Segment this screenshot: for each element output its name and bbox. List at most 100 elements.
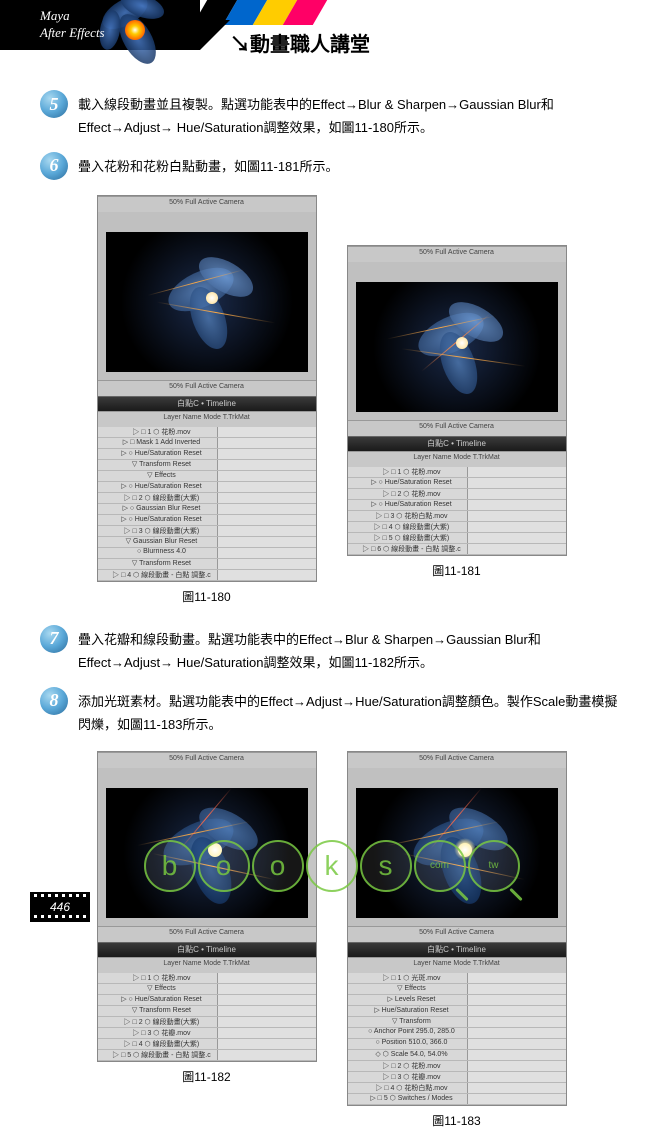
timeline-row: ▷ □ 2 ⬡ 線段動畫(大紫) [98,493,316,504]
ae-mid-controls: 50% Full Active Camera [348,420,566,436]
timeline-row: ▷ Hue/Saturation Reset [348,1006,566,1017]
timeline-cols: Layer Name Mode T.TrkMat [348,451,566,467]
timeline-row: ▷ Levels Reset [348,995,566,1006]
timeline-rows: ▷ □ 1 ⬡ 花粉.mov▷ ○ Hue/Saturation Reset▷ … [348,467,566,555]
ae-mid-controls: 50% Full Active Camera [98,926,316,942]
watermark: b o o k s com tw [0,840,663,892]
step-digit: 5 [50,94,59,115]
timeline-row: ▷ ○ Hue/Saturation Reset [98,995,316,1006]
ae-window: 50% Full Active Camera 50% Full Active C… [97,751,317,1062]
ae-mid-controls: 50% Full Active Camera [348,926,566,942]
timeline-header: 白點C • Timeline [98,943,316,957]
wm-letter-b: b [144,840,196,892]
ae-top-controls: 50% Full Active Camera [348,752,566,768]
timeline-row: ▷ □ 1 ⬡ 光斑.mov [348,973,566,984]
timeline-row: ▷ □ 2 ⬡ 花粉.mov [348,1061,566,1072]
timeline-row: ▽ Effects [98,471,316,482]
timeline-row: ▷ ○ Hue/Saturation Reset [348,500,566,511]
timeline-header: 白點C • Timeline [348,943,566,957]
figure-caption: 圖11-180 [97,588,317,605]
step-7: 7 疊入花瓣和線段動畫。點選功能表中的Effect→Blur & Sharpen… [40,625,623,675]
timeline-row: ▷ ○ Hue/Saturation Reset [348,478,566,489]
timeline-row: ▷ ○ Gaussian Blur Reset [98,504,316,515]
figures-row-2: 50% Full Active Camera 50% Full Active C… [40,751,623,1129]
timeline-row: ○ Anchor Point 295.0, 285.0 [348,1028,566,1039]
figure-11-183: 50% Full Active Camera 50% Full Active C [347,751,567,1129]
wm-mag-com: com [414,840,466,892]
timeline-row: ▷ ○ Hue/Saturation Reset [98,449,316,460]
ae-timeline: 白點C • Timeline Layer Name Mode T.TrkMat … [348,942,566,1105]
page-number: 446 [50,900,70,914]
step-digit: 8 [50,690,59,711]
film-strip-icon: 446 [30,892,90,922]
ae-preview [356,282,558,412]
timeline-row: ▽ Transform Reset [98,460,316,471]
timeline-row: ▽ Transform Reset [98,1006,316,1017]
step-number-badge: 8 [40,687,68,715]
timeline-row: ▷ □ 4 ⬡ 線段動畫 - 白點 調整.c [98,570,316,581]
timeline-row: ▽ Effects [348,984,566,995]
timeline-row: ▷ □ 1 ⬡ 花粉.mov [98,973,316,984]
timeline-header: 白點C • Timeline [348,437,566,451]
ae-top-controls: 50% Full Active Camera [98,196,316,212]
chapter-title: ↘動畫職人講堂 [230,28,370,57]
timeline-header: 白點C • Timeline [98,397,316,411]
step-number-badge: 5 [40,90,68,118]
figure-11-181: 50% Full Active Camera 50% Full Active C… [347,195,567,605]
timeline-cols: Layer Name Mode T.TrkMat [98,411,316,427]
step-number-badge: 6 [40,152,68,180]
ae-window: 50% Full Active Camera 50% Full Active C… [347,245,567,556]
page-footer: 446 [30,892,90,922]
ae-preview [106,232,308,372]
page-content: 5 載入線段動畫並且複製。點選功能表中的Effect→Blur & Sharpe… [0,70,663,1129]
step-text: 添加光斑素材。點選功能表中的Effect→Adjust→Hue/Saturati… [78,687,623,737]
timeline-row: ▷ □ 1 ⬡ 花粉.mov [98,427,316,438]
figures-row-1: 50% Full Active Camera 50% Full Active C… [40,195,623,605]
step-text: 疊入花瓣和線段動畫。點選功能表中的Effect→Blur & Sharpen→G… [78,625,623,675]
timeline-row: ▷ □ 6 ⬡ 線段動畫 - 白點 調整.c [348,544,566,555]
timeline-row: ▷ □ Mask 1 Add Inverted [98,438,316,449]
step-number-badge: 7 [40,625,68,653]
figure-caption: 圖11-181 [347,562,567,579]
figure-caption: 圖11-182 [97,1068,317,1085]
timeline-row: ▷ □ 5 ⬡ Switches / Modes [348,1094,566,1105]
timeline-row: ▷ □ 4 ⬡ 花粉白點.mov [348,1083,566,1094]
page-header: Maya After Effects ↘動畫職人講堂 [0,0,663,70]
step-text: 疊入花粉和花粉白點動畫，如圖11-181所示。 [78,152,339,178]
ae-top-controls: 50% Full Active Camera [98,752,316,768]
ae-mid-controls: 50% Full Active Camera [98,380,316,396]
product-maya: Maya [40,8,105,25]
step-text: 載入線段動畫並且複製。點選功能表中的Effect→Blur & Sharpen→… [78,90,623,140]
figure-caption: 圖11-183 [347,1112,567,1129]
timeline-cols: Layer Name Mode T.TrkMat [348,957,566,973]
timeline-row: ○ Position 510.0, 366.0 [348,1039,566,1050]
timeline-row: ▷ □ 4 ⬡ 線段動畫(大紫) [98,1039,316,1050]
ae-timeline: 白點C • Timeline Layer Name Mode T.TrkMat … [98,396,316,581]
timeline-row: ▷ □ 5 ⬡ 線段動畫 - 白點 調整.c [98,1050,316,1061]
wm-letter-o: o [198,840,250,892]
step-6: 6 疊入花粉和花粉白點動畫，如圖11-181所示。 [40,152,623,180]
ae-top-controls: 50% Full Active Camera [348,246,566,262]
wm-letter-s: s [360,840,412,892]
ae-window: 50% Full Active Camera 50% Full Active C [347,751,567,1106]
header-product-text: Maya After Effects [40,8,105,42]
timeline-row: ▽ Transform Reset [98,559,316,570]
timeline-row: ▽ Effects [98,984,316,995]
ae-timeline: 白點C • Timeline Layer Name Mode T.TrkMat … [98,942,316,1061]
timeline-rows: ▷ □ 1 ⬡ 花粉.mov▽ Effects▷ ○ Hue/Saturatio… [98,973,316,1061]
wm-letter-k: k [306,840,358,892]
timeline-rows: ▷ □ 1 ⬡ 花粉.mov▷ □ Mask 1 Add Inverted▷ ○… [98,427,316,581]
wm-mag-tw: tw [468,840,520,892]
step-8: 8 添加光斑素材。點選功能表中的Effect→Adjust→Hue/Satura… [40,687,623,737]
timeline-row: ▷ □ 3 ⬡ 線段動畫(大紫) [98,526,316,537]
timeline-row: ▷ ○ Hue/Saturation Reset [98,515,316,526]
timeline-row: ▽ Transform [348,1017,566,1028]
ae-timeline: 白點C • Timeline Layer Name Mode T.TrkMat … [348,436,566,555]
product-ae: After Effects [40,25,105,42]
timeline-row: ▷ □ 4 ⬡ 線段動畫(大紫) [348,522,566,533]
step-digit: 7 [50,628,59,649]
chapter-title-text: 動畫職人講堂 [250,34,370,56]
arrow-icon: ↘ [230,34,250,56]
timeline-row: ▷ □ 1 ⬡ 花粉.mov [348,467,566,478]
timeline-row: ▷ □ 3 ⬡ 花瓣.mov [98,1028,316,1039]
